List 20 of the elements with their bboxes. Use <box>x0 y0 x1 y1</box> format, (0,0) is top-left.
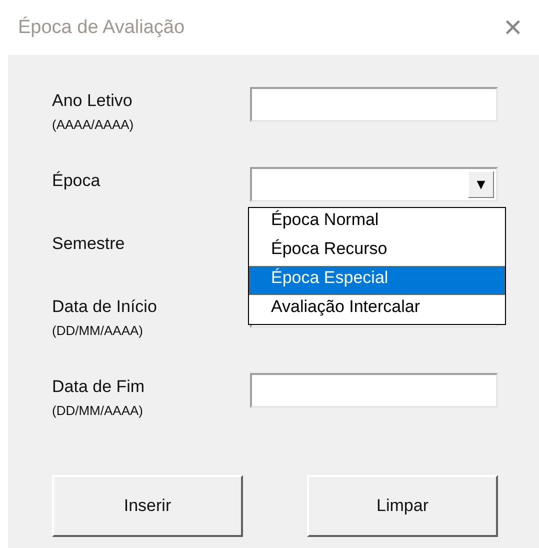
dropdown-button[interactable]: ▼ <box>468 171 494 198</box>
input-field[interactable] <box>250 87 498 122</box>
dropdown-option[interactable]: Época Especial <box>249 266 505 295</box>
field-label: Data de Início <box>52 297 157 317</box>
input-field[interactable] <box>250 373 498 408</box>
close-button[interactable]: ✕ <box>502 16 523 40</box>
dropdown-option[interactable]: Época Normal <box>249 208 505 237</box>
action-button[interactable]: Limpar <box>307 475 498 537</box>
format-hint: (DD/MM/AAAA) <box>52 403 144 418</box>
combo-box[interactable]: ▼ <box>250 167 498 202</box>
window-title: Época de Avaliação <box>18 16 185 38</box>
field-label: Semestre <box>52 234 125 254</box>
field-label: Época <box>52 171 100 191</box>
format-hint: (DD/MM/AAAA) <box>52 323 144 338</box>
format-hint: (AAAA/AAAA) <box>52 117 134 132</box>
action-button[interactable]: Inserir <box>52 475 243 537</box>
dropdown-option[interactable]: Época Recurso <box>249 237 505 266</box>
field-label: Ano Letivo <box>52 91 134 111</box>
field-label: Data de Fim <box>52 377 145 397</box>
dropdown-option[interactable]: Avaliação Intercalar <box>249 295 505 324</box>
